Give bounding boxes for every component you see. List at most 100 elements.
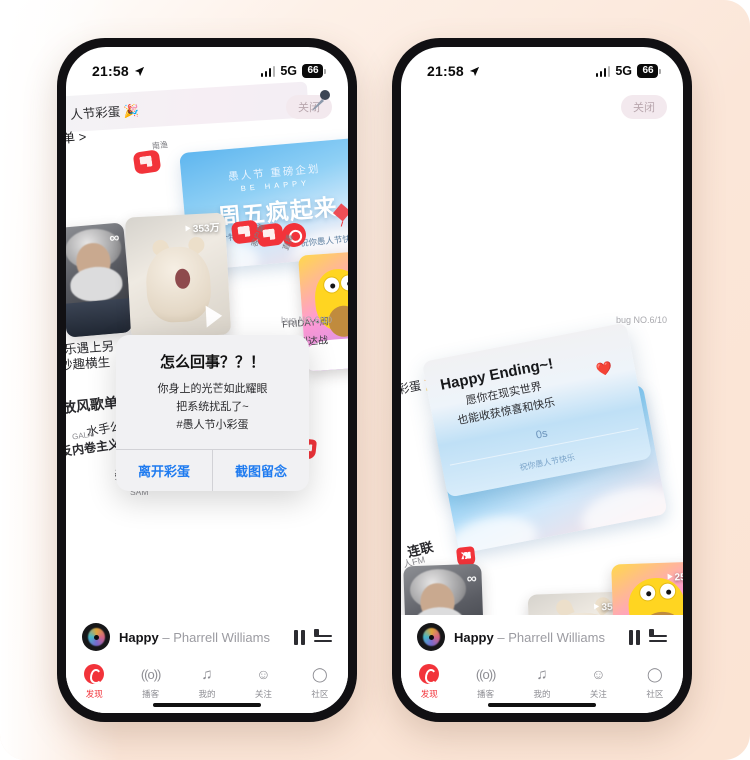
kite-icon [333, 203, 348, 227]
dialog-body-line-2: #愚人节小彩蛋 [176, 419, 249, 432]
play-triangle-icon [594, 602, 600, 610]
status-bar-right: 21:58 5G 66 [401, 47, 683, 85]
phone-right-screen: 21:58 5G 66 bug NO.6/10 彩蛋 Happy Ending~… [401, 47, 683, 713]
tab-mine-label: 我的 [533, 689, 551, 699]
network-label: 5G [280, 64, 297, 78]
dialog-body-line-0: 你身上的光芒如此耀眼 [157, 383, 268, 395]
phone-left: 21:58 5G 66 人节彩蛋 🎉 单 > 南渔 愚人节 重磅企划 BE HA… [57, 38, 357, 722]
song-artist: Pharrell Williams [173, 629, 270, 645]
podcast-icon: ((o)) [475, 666, 497, 682]
playlist-entry-left[interactable]: 单 > [66, 126, 87, 147]
tab-mine[interactable]: ♫ 我的 [179, 663, 235, 700]
play-button-icon[interactable] [205, 304, 223, 328]
status-bar-left: 21:58 5G 66 [66, 47, 348, 85]
battery-cap [659, 68, 661, 74]
cloud-decoration [577, 479, 668, 550]
podcast-icon: ((o)) [140, 666, 162, 682]
player-bar-right[interactable]: Happy – Pharrell Williams [401, 615, 683, 659]
play-count-badge: 25万 [667, 568, 683, 584]
top-banner-text: 人节彩蛋 🎉 [69, 103, 140, 122]
play-count-value: 353万 [192, 222, 220, 236]
bug-label-right: bug NO.6/10 [615, 315, 667, 325]
tab-follow[interactable]: ☺ 关注 [235, 663, 291, 700]
battery-cap [324, 68, 326, 74]
song-artist: Pharrell Williams [508, 629, 605, 645]
close-button-right[interactable]: 关闭 [621, 95, 667, 119]
status-time-text: 21:58 [427, 63, 464, 79]
network-label: 5G [615, 64, 632, 78]
bug-label-left: bug NO.6/10 [280, 315, 332, 325]
feed-right: bug NO.6/10 彩蛋 🎉 Happy Ending~! 愿你在现实世界 … [401, 47, 683, 713]
album-art-icon[interactable] [417, 623, 445, 651]
player-bar-left[interactable]: Happy – Pharrell Williams [66, 615, 348, 659]
status-time-right: 21:58 [427, 63, 480, 79]
heart-icon: ❤️ [594, 359, 614, 378]
play-count-value: 25万 [674, 571, 683, 584]
location-arrow-icon [469, 66, 479, 76]
music-note-icon: ♫ [536, 665, 548, 683]
song-title: Happy [454, 629, 494, 645]
song-separator: – [493, 629, 509, 645]
playlist-queue-icon[interactable] [649, 629, 667, 644]
home-indicator-left [153, 702, 261, 707]
album-art-icon[interactable] [82, 623, 110, 651]
playlist-queue-icon[interactable] [314, 629, 332, 644]
pause-icon[interactable] [293, 629, 305, 645]
chat-bubble-icon: ◯ [311, 665, 328, 682]
music-note-icon: ♫ [201, 665, 213, 683]
tab-podcast[interactable]: ((o)) 播客 [457, 663, 513, 700]
portrait-card-left[interactable]: ∞ [66, 222, 133, 338]
cellular-bars-icon [595, 65, 611, 77]
cat-video-card-left[interactable]: 353万 [124, 212, 232, 340]
tab-community[interactable]: ◯ 社区 [292, 663, 348, 700]
dialog-title: 怎么回事？？！ [159, 354, 265, 371]
portrait-body [66, 298, 133, 338]
tab-mine[interactable]: ♫ 我的 [514, 663, 570, 700]
home-indicator-right [488, 702, 596, 707]
tab-follow[interactable]: ☺ 关注 [570, 663, 626, 700]
battery-icon: 66 [637, 64, 661, 78]
play-triangle-icon [185, 224, 191, 232]
user-icon: ☺ [591, 666, 606, 682]
status-right-right: 5G 66 [595, 64, 661, 78]
infinity-icon: ∞ [466, 569, 475, 587]
status-time-text: 21:58 [92, 63, 129, 79]
tab-discover[interactable]: 发现 [401, 663, 457, 700]
top-banner-left[interactable]: 人节彩蛋 🎉 [66, 81, 309, 133]
cellular-bars-icon [260, 65, 276, 77]
fragment-2: 放风歌单 [66, 394, 119, 416]
tab-community-label: 社区 [311, 689, 329, 699]
now-playing-left: Happy – Pharrell Williams [119, 630, 285, 645]
dialog-leave-button[interactable]: 离开彩蛋 [116, 450, 212, 491]
app-logo-icon[interactable] [132, 149, 162, 175]
battery-level: 66 [302, 64, 323, 78]
pause-icon[interactable] [628, 629, 640, 645]
microphone-icon[interactable] [308, 87, 334, 113]
disc-icon [418, 663, 440, 685]
dialog-actions: 离开彩蛋 截图留念 [116, 449, 309, 492]
tab-follow-label: 关注 [589, 689, 607, 699]
play-triangle-icon [667, 572, 673, 580]
status-time-left: 21:58 [92, 63, 145, 79]
feed-left: 人节彩蛋 🎉 单 > 南渔 愚人节 重磅企划 BE HAPPY 周五疯起来 在这… [66, 47, 348, 713]
battery-icon: 66 [302, 64, 326, 78]
battery-level: 66 [637, 64, 658, 78]
phone-left-screen: 21:58 5G 66 人节彩蛋 🎉 单 > 南渔 愚人节 重磅企划 BE HA… [66, 47, 348, 713]
infinity-icon: ∞ [108, 228, 119, 246]
fragment-1: 妙趣横生 [66, 355, 111, 373]
dialog-body-line-1: 把系统扰乱了~ [176, 401, 249, 414]
tab-community-label: 社区 [646, 689, 664, 699]
dialog-screenshot-button[interactable]: 截图留念 [212, 450, 309, 492]
page-root: 21:58 5G 66 人节彩蛋 🎉 单 > 南渔 愚人节 重磅企划 BE HA… [0, 0, 750, 760]
tab-podcast[interactable]: ((o)) 播客 [122, 663, 178, 700]
song-separator: – [158, 629, 174, 645]
tab-mine-label: 我的 [198, 689, 216, 699]
song-title: Happy [119, 629, 159, 645]
play-count-badge: 353万 [185, 219, 220, 236]
phone-right: 21:58 5G 66 bug NO.6/10 彩蛋 Happy Ending~… [392, 38, 692, 722]
tab-discover[interactable]: 发现 [66, 663, 122, 700]
dialog-body: 你身上的光芒如此耀眼 把系统扰乱了~ #愚人节小彩蛋 [116, 380, 309, 449]
tab-discover-label: 发现 [85, 689, 103, 699]
now-playing-right: Happy – Pharrell Williams [454, 630, 620, 645]
tab-community[interactable]: ◯ 社区 [627, 663, 683, 700]
